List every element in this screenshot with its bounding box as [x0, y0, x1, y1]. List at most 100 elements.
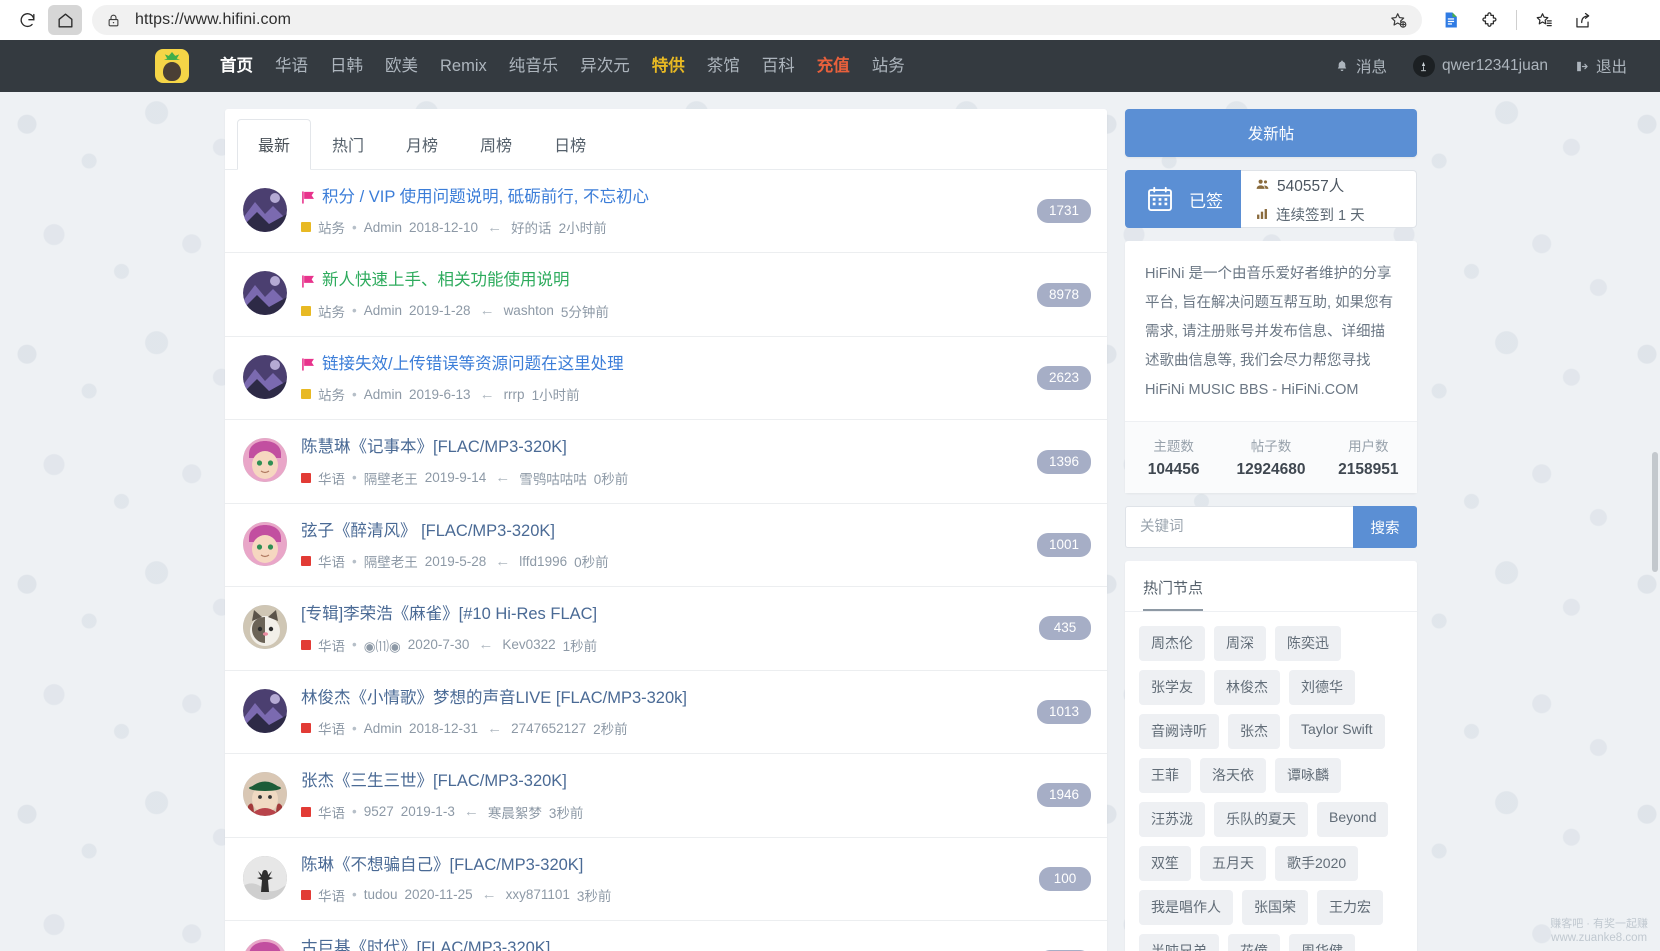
node-tag[interactable]: 乐队的夏天	[1214, 802, 1308, 837]
post-last-user[interactable]: xxy871101	[506, 887, 570, 902]
post-title[interactable]: 古巨基《时代》[FLAC/MP3-320K]	[301, 938, 1091, 951]
tab-0[interactable]: 最新	[237, 119, 312, 170]
page-scrollbar[interactable]	[1650, 92, 1660, 951]
signin-button[interactable]: 已签	[1125, 170, 1241, 228]
node-tag[interactable]: Taylor Swift	[1289, 714, 1385, 749]
post-row[interactable]: 林俊杰《小情歌》梦想的声音LIVE [FLAC/MP3-320k] 华语 • Admi…	[225, 671, 1107, 755]
scrollbar-thumb[interactable]	[1652, 452, 1658, 572]
post-row[interactable]: 古巨基《时代》[FLAC/MP3-320K]华语•隔壁老王2020-5-27←1…	[225, 921, 1107, 951]
post-node[interactable]: 华语	[318, 468, 345, 488]
nav-link-10[interactable]: 充值	[806, 40, 861, 92]
post-node[interactable]: 站务	[318, 301, 345, 321]
post-author[interactable]: Admin	[364, 220, 402, 235]
avatar[interactable]	[243, 855, 287, 900]
post-node[interactable]: 站务	[318, 217, 345, 237]
avatar[interactable]	[243, 521, 287, 566]
extensions-icon[interactable]	[1472, 5, 1506, 35]
node-tag[interactable]: 歌手2020	[1275, 846, 1359, 881]
new-post-button[interactable]: 发新帖	[1125, 109, 1417, 157]
post-title[interactable]: 林俊杰《小情歌》梦想的声音LIVE [FLAC/MP3-320k]	[301, 688, 1091, 709]
post-last-user[interactable]: 雪鸮咕咕咕	[519, 468, 587, 488]
nav-link-3[interactable]: 欧美	[374, 40, 429, 92]
post-title[interactable]: 陈琳《不想骗自己》[FLAC/MP3-320K]	[301, 855, 1091, 876]
search-input[interactable]	[1125, 506, 1353, 548]
post-row[interactable]: 陈慧琳《记事本》[FLAC/MP3-320K] 华语 • 隔壁老王 2019-9-14 ←…	[225, 420, 1107, 504]
avatar[interactable]	[243, 772, 287, 817]
node-tag[interactable]: 刘德华	[1289, 670, 1355, 705]
post-last-user[interactable]: rrrp	[504, 387, 525, 402]
post-row[interactable]: 新人快速上手、相关功能使用说明 站务 • Admin 2019-1-28 ← washton…	[225, 253, 1107, 337]
avatar[interactable]	[243, 438, 287, 483]
post-title[interactable]: 新人快速上手、相关功能使用说明	[301, 270, 1091, 291]
docs-extension-icon[interactable]	[1434, 5, 1468, 35]
post-last-user[interactable]: Kev0322	[502, 637, 555, 652]
nav-link-6[interactable]: 异次元	[569, 40, 641, 92]
node-tag[interactable]: 双笙	[1139, 846, 1191, 881]
tab-1[interactable]: 热门	[311, 119, 385, 170]
post-last-user[interactable]: lffd1996	[519, 554, 567, 569]
post-node[interactable]: 华语	[318, 802, 345, 822]
site-logo-icon[interactable]	[155, 49, 189, 83]
node-tag[interactable]: 洛天依	[1200, 758, 1266, 793]
home-icon[interactable]	[48, 5, 82, 35]
nav-link-2[interactable]: 日韩	[319, 40, 374, 92]
tab-4[interactable]: 日榜	[533, 119, 607, 170]
node-tag[interactable]: 谭咏麟	[1275, 758, 1341, 793]
avatar[interactable]	[243, 938, 287, 951]
nav-link-11[interactable]: 站务	[861, 40, 916, 92]
node-tag[interactable]: 王菲	[1139, 758, 1191, 793]
node-tag[interactable]: 周华健	[1289, 934, 1355, 951]
share-icon[interactable]	[1565, 5, 1599, 35]
post-author[interactable]: 隔壁老王	[364, 551, 418, 571]
post-title[interactable]: 弦子《醉清风》 [FLAC/MP3-320K]	[301, 521, 1091, 542]
post-author[interactable]: tudou	[364, 887, 398, 902]
node-tag[interactable]: 五月天	[1200, 846, 1266, 881]
post-row[interactable]: 陈琳《不想骗自己》[FLAC/MP3-320K] 华语 • tudou 2020-11-…	[225, 838, 1107, 921]
node-tag[interactable]: 张学友	[1139, 670, 1205, 705]
nav-link-1[interactable]: 华语	[264, 40, 319, 92]
post-row[interactable]: 弦子《醉清风》 [FLAC/MP3-320K] 华语 • 隔壁老王 2019-5-28 ←…	[225, 504, 1107, 588]
post-author[interactable]: Admin	[364, 721, 402, 736]
nav-link-4[interactable]: Remix	[429, 40, 498, 92]
tab-2[interactable]: 月榜	[385, 119, 459, 170]
node-tag[interactable]: 花僮	[1228, 934, 1280, 951]
nav-link-0[interactable]: 首页	[209, 40, 264, 92]
post-title[interactable]: 积分 / VIP 使用问题说明, 砥砺前行, 不忘初心	[301, 187, 1091, 208]
node-tag[interactable]: Beyond	[1317, 802, 1389, 837]
reload-icon[interactable]	[10, 5, 44, 35]
node-tag[interactable]: 王力宏	[1317, 890, 1383, 925]
post-row[interactable]: 链接失效/上传错误等资源问题在这里处理 站务 • Admin 2019-6-13 ← rrr…	[225, 337, 1107, 421]
avatar[interactable]	[243, 605, 287, 650]
avatar[interactable]	[243, 271, 287, 316]
logout-link[interactable]: 退出	[1563, 55, 1638, 77]
post-node[interactable]: 华语	[318, 718, 345, 738]
post-title[interactable]: [专辑]李荣浩《麻雀》[#10 Hi-Res FLAC]	[301, 604, 1091, 625]
node-tag[interactable]: 林俊杰	[1214, 670, 1280, 705]
post-author[interactable]: ◉⑾◉	[364, 635, 401, 655]
node-tag[interactable]: 陈奕迅	[1275, 626, 1341, 661]
nav-link-8[interactable]: 茶馆	[696, 40, 751, 92]
post-node[interactable]: 华语	[318, 551, 345, 571]
post-title[interactable]: 链接失效/上传错误等资源问题在这里处理	[301, 354, 1091, 375]
post-node[interactable]: 华语	[318, 885, 345, 905]
node-tag[interactable]: 张杰	[1228, 714, 1280, 749]
post-node[interactable]: 华语	[318, 635, 345, 655]
node-tag[interactable]: 汪苏泷	[1139, 802, 1205, 837]
collections-icon[interactable]	[1527, 5, 1561, 35]
node-tag[interactable]: 音阙诗听	[1139, 714, 1219, 749]
post-author[interactable]: 9527	[364, 804, 394, 819]
post-author[interactable]: Admin	[364, 387, 402, 402]
post-title[interactable]: 陈慧琳《记事本》[FLAC/MP3-320K]	[301, 437, 1091, 458]
post-row[interactable]: 积分 / VIP 使用问题说明, 砥砺前行, 不忘初心 站务 • Admin 2018-…	[225, 170, 1107, 254]
post-title[interactable]: 张杰《三生三世》[FLAC/MP3-320K]	[301, 771, 1091, 792]
post-author[interactable]: 隔壁老王	[364, 468, 418, 488]
post-last-user[interactable]: 寒晨絮梦	[488, 802, 542, 822]
tab-3[interactable]: 周榜	[459, 119, 533, 170]
search-button[interactable]: 搜索	[1353, 506, 1417, 548]
avatar[interactable]	[243, 354, 287, 399]
messages-link[interactable]: 消息	[1324, 55, 1398, 77]
avatar[interactable]	[243, 188, 287, 232]
post-node[interactable]: 站务	[318, 384, 345, 404]
post-row[interactable]: 张杰《三生三世》[FLAC/MP3-320K] 华语 • 9527 2019-1-3 ← 寒…	[225, 754, 1107, 838]
post-author[interactable]: Admin	[364, 303, 402, 318]
